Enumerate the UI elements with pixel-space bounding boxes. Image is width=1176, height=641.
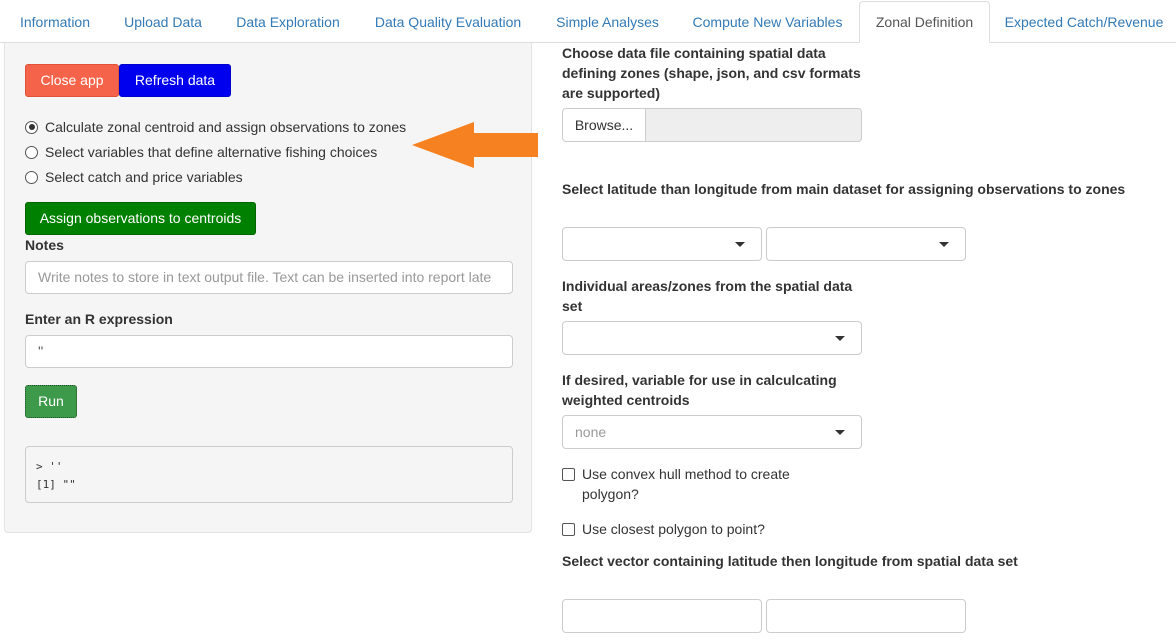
orange-arrow-icon	[412, 122, 538, 168]
file-name-field[interactable]	[645, 108, 862, 142]
spatial-longitude-input[interactable]	[766, 599, 966, 633]
notes-input[interactable]: Write notes to store in text output file…	[25, 261, 513, 294]
radio-option-catch-price[interactable]: Select catch and price variables	[25, 167, 243, 187]
close-app-button[interactable]: Close app	[25, 64, 119, 97]
tab-information[interactable]: Information	[4, 2, 106, 43]
notes-label: Notes	[25, 237, 64, 253]
tab-data-exploration[interactable]: Data Exploration	[220, 2, 356, 43]
radio-option-label: Select catch and price variables	[45, 169, 243, 185]
tab-zonal-definition[interactable]: Zonal Definition	[859, 1, 990, 43]
latlon-select-label: Select latitude than longitude from main…	[562, 181, 1126, 197]
console-output: > '' [1] ""	[25, 446, 513, 503]
closest-polygon-checkbox[interactable]	[562, 523, 575, 536]
radio-checked-icon[interactable]	[25, 120, 38, 134]
tab-bar: Information Upload Data Data Exploration…	[0, 0, 1176, 43]
radio-option-label: Calculate zonal centroid and assign obse…	[45, 119, 407, 135]
chevron-down-icon	[735, 242, 745, 247]
radio-option-label: Select variables that define alternative…	[45, 144, 378, 160]
tab-simple-analyses[interactable]: Simple Analyses	[540, 2, 675, 43]
convex-hull-checkbox[interactable]	[562, 468, 575, 481]
convex-hull-label: Use convex hull method to create polygon…	[582, 466, 790, 502]
assign-observations-button[interactable]: Assign observations to centroids	[25, 202, 256, 235]
radio-unchecked-icon[interactable]	[25, 145, 38, 159]
radio-option-centroid[interactable]: Calculate zonal centroid and assign obse…	[25, 117, 406, 137]
tab-data-quality-evaluation[interactable]: Data Quality Evaluation	[358, 2, 538, 43]
convex-hull-checkbox-row[interactable]: Use convex hull method to create polygon…	[562, 464, 842, 504]
spatial-vector-label: Select vector containing latitude then l…	[562, 553, 1018, 569]
refresh-data-button[interactable]: Refresh data	[119, 64, 231, 97]
r-expression-input[interactable]: ''	[25, 335, 513, 368]
zones-select-label: Individual areas/zones from the spatial …	[562, 278, 853, 314]
tab-compute-new-variables[interactable]: Compute New Variables	[677, 2, 858, 43]
weighted-centroid-select[interactable]: none	[562, 415, 862, 449]
spatial-latitude-input[interactable]	[562, 599, 762, 633]
sidebar-panel: Close app Refresh data Calculate zonal c…	[4, 43, 532, 533]
zones-select[interactable]	[562, 321, 862, 355]
chevron-down-icon	[835, 430, 845, 435]
latitude-select[interactable]	[562, 227, 762, 261]
tab-expected-catch-revenue[interactable]: Expected Catch/Revenue	[992, 2, 1176, 43]
radio-option-alternative-choices[interactable]: Select variables that define alternative…	[25, 142, 377, 162]
weighted-centroid-value: none	[575, 424, 607, 440]
chevron-down-icon	[939, 242, 949, 247]
tab-upload-data[interactable]: Upload Data	[108, 2, 218, 43]
radio-unchecked-icon[interactable]	[25, 170, 38, 184]
spatial-file-label: Choose data file containing spatial data…	[562, 45, 861, 101]
browse-button[interactable]: Browse...	[562, 108, 646, 142]
weighted-centroid-label: If desired, variable for use in calculca…	[562, 372, 837, 408]
longitude-select[interactable]	[766, 227, 966, 261]
chevron-down-icon	[835, 336, 845, 341]
r-expression-label: Enter an R expression	[25, 311, 173, 327]
closest-polygon-checkbox-row[interactable]: Use closest polygon to point?	[562, 519, 862, 539]
run-button[interactable]: Run	[25, 385, 77, 418]
closest-polygon-label: Use closest polygon to point?	[582, 521, 765, 537]
